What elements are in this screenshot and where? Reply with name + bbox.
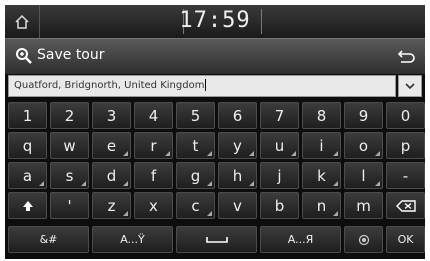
key[interactable]: t: [176, 132, 215, 159]
accent-indicator-icon: [39, 181, 44, 186]
accent-indicator-icon: [165, 151, 170, 156]
key-label: a: [22, 166, 33, 185]
symbols-key[interactable]: &#: [8, 226, 89, 253]
key[interactable]: k: [302, 162, 341, 189]
key-label: o: [358, 136, 369, 155]
accent-indicator-icon: [375, 181, 380, 186]
search-input[interactable]: Quatford, Bridgnorth, United Kingdom: [8, 75, 396, 97]
key-label: g: [190, 166, 201, 185]
accent-indicator-icon: [291, 151, 296, 156]
accent-indicator-icon: [375, 151, 380, 156]
key[interactable]: r: [134, 132, 173, 159]
text-cursor: [205, 79, 207, 91]
key[interactable]: s: [50, 162, 89, 189]
key[interactable]: u: [260, 132, 299, 159]
search-row: Quatford, Bridgnorth, United Kingdom: [8, 75, 422, 97]
key[interactable]: v: [218, 192, 257, 219]
key[interactable]: f: [134, 162, 173, 189]
ok-button[interactable]: OK: [386, 226, 425, 253]
key[interactable]: 6: [218, 102, 257, 129]
key[interactable]: 4: [134, 102, 173, 129]
screen: 17:59 Save tour Quatford, Bridgnorth, Un…: [5, 5, 425, 259]
divider: [261, 9, 262, 34]
key[interactable]: d: [92, 162, 131, 189]
key-label: l: [361, 166, 366, 185]
accent-indicator-icon: [333, 181, 338, 186]
key[interactable]: l: [344, 162, 383, 189]
key[interactable]: 5: [176, 102, 215, 129]
key[interactable]: b: [260, 192, 299, 219]
key[interactable]: g: [176, 162, 215, 189]
key[interactable]: 0: [386, 102, 425, 129]
accent-indicator-icon: [123, 211, 128, 216]
key[interactable]: 7: [260, 102, 299, 129]
shift-key[interactable]: [8, 192, 47, 219]
key[interactable]: 3: [92, 102, 131, 129]
key-label: u: [274, 136, 285, 155]
accent-indicator-icon: [81, 181, 86, 186]
key-label: n: [316, 196, 327, 215]
key[interactable]: z: [92, 192, 131, 219]
key[interactable]: x: [134, 192, 173, 219]
back-button[interactable]: [387, 39, 425, 74]
settings-key[interactable]: [344, 226, 383, 253]
accent-indicator-icon: [207, 211, 212, 216]
language-key[interactable]: A...Ÿ: [92, 226, 173, 253]
key-label: r: [150, 136, 157, 155]
key[interactable]: p: [386, 132, 425, 159]
key[interactable]: c: [176, 192, 215, 219]
page-title: Save tour: [37, 47, 105, 63]
key[interactable]: w: [50, 132, 89, 159]
key[interactable]: 9: [344, 102, 383, 129]
key-label: t: [192, 136, 199, 155]
shift-arrow-icon: [22, 200, 33, 211]
key[interactable]: h: [218, 162, 257, 189]
dropdown-button[interactable]: [398, 75, 422, 97]
accent-indicator-icon: [123, 151, 128, 156]
accent-indicator-icon: [123, 181, 128, 186]
clock: 17:59: [179, 8, 251, 33]
accent-indicator-icon: [333, 151, 338, 156]
status-bar: 17:59: [5, 5, 425, 38]
key[interactable]: j: [260, 162, 299, 189]
key-label: z: [107, 196, 116, 215]
key-label: e: [106, 136, 117, 155]
search-icon: [16, 48, 32, 64]
key[interactable]: o: [344, 132, 383, 159]
key-label: s: [65, 166, 74, 185]
key[interactable]: y: [218, 132, 257, 159]
accent-indicator-icon: [333, 211, 338, 216]
search-value: Quatford, Bridgnorth, United Kingdom: [14, 80, 205, 91]
space-icon: [205, 236, 228, 243]
chevron-down-icon: [405, 83, 415, 89]
key[interactable]: 8: [302, 102, 341, 129]
key-label: d: [106, 166, 117, 185]
key-label: i: [319, 136, 324, 155]
title-bar: Save tour: [5, 38, 425, 74]
key[interactable]: n: [302, 192, 341, 219]
target-icon: [358, 234, 369, 245]
key-label: c: [191, 196, 200, 215]
key-label: y: [233, 136, 242, 155]
key[interactable]: -: [386, 162, 425, 189]
key[interactable]: ': [50, 192, 89, 219]
key[interactable]: e: [92, 132, 131, 159]
backspace-key[interactable]: [386, 192, 425, 219]
key-label: h: [232, 166, 243, 185]
key-label: k: [317, 166, 326, 185]
accent-indicator-icon: [249, 151, 254, 156]
key[interactable]: 1: [8, 102, 47, 129]
key[interactable]: i: [302, 132, 341, 159]
accent-indicator-icon: [249, 181, 254, 186]
cyrillic-key[interactable]: A...Я: [260, 226, 341, 253]
key[interactable]: q: [8, 132, 47, 159]
accent-indicator-icon: [207, 151, 212, 156]
back-arrow-icon: [397, 49, 415, 63]
backspace-icon: [395, 199, 416, 212]
key[interactable]: m: [344, 192, 383, 219]
key[interactable]: a: [8, 162, 47, 189]
accent-indicator-icon: [207, 181, 212, 186]
space-key[interactable]: [176, 226, 257, 253]
key[interactable]: 2: [50, 102, 89, 129]
